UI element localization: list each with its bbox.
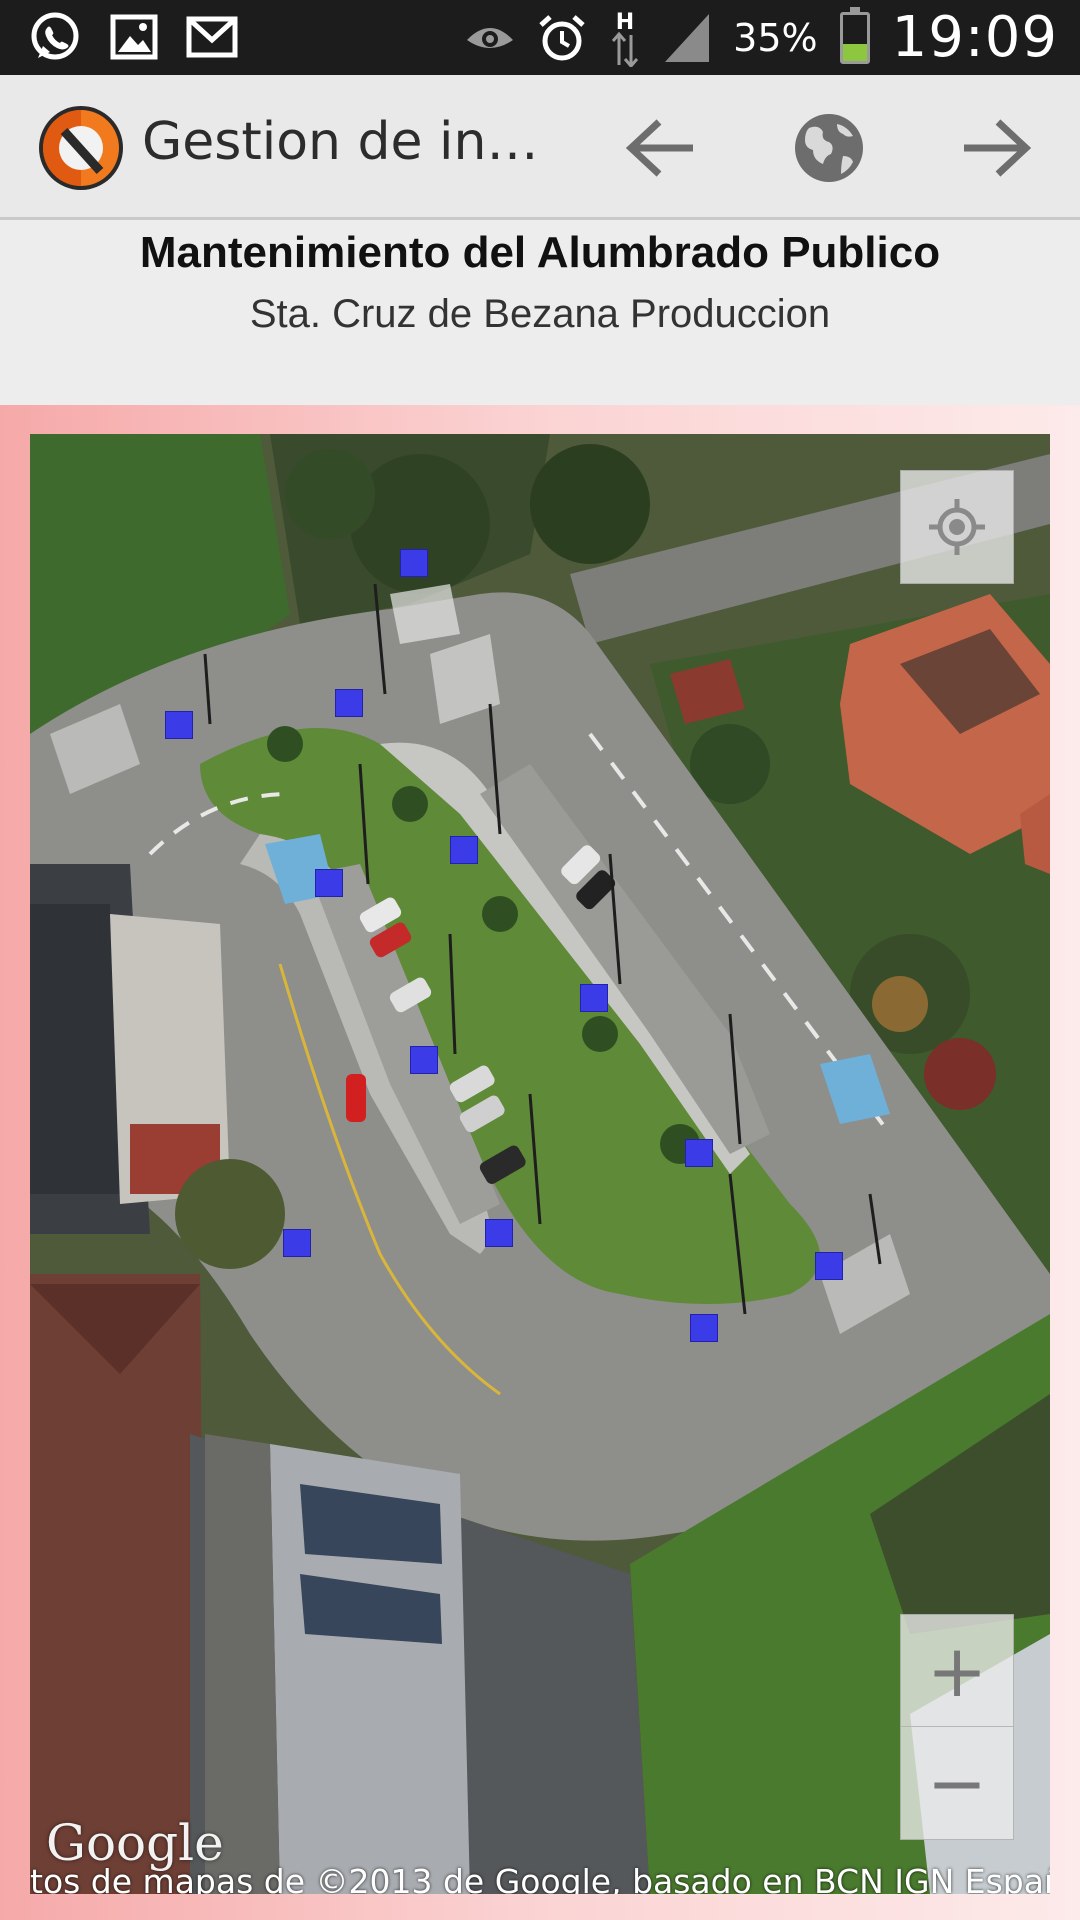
- forward-button[interactable]: [955, 107, 1037, 189]
- incident-marker[interactable]: [450, 836, 478, 864]
- clock: 19:09: [891, 5, 1058, 70]
- alarm-icon: [537, 13, 587, 63]
- zoom-in-button[interactable]: +: [900, 1614, 1014, 1727]
- action-bar: Gestion de inci…: [0, 75, 1080, 220]
- data-arrows-icon: H: [609, 9, 641, 67]
- status-bar: H 35% 19:09: [0, 0, 1080, 75]
- incident-marker[interactable]: [685, 1139, 713, 1167]
- svg-text:H: H: [616, 10, 634, 35]
- zoom-out-label: −: [926, 1741, 988, 1825]
- app-logo[interactable]: [38, 105, 124, 191]
- page-subtitle: Sta. Cruz de Bezana Produccion: [249, 292, 831, 336]
- my-location-button[interactable]: [900, 470, 1014, 584]
- zoom-out-button[interactable]: −: [900, 1726, 1014, 1840]
- map-frame: + − Google tos de mapas de ©2013 de Goog…: [0, 405, 1080, 1920]
- incident-marker[interactable]: [580, 984, 608, 1012]
- battery-icon: [839, 6, 870, 64]
- gmail-icon: [186, 16, 238, 58]
- incident-marker[interactable]: [335, 689, 363, 717]
- globe-icon: [795, 114, 863, 182]
- map-view-button[interactable]: [788, 107, 870, 189]
- incident-marker[interactable]: [165, 711, 193, 739]
- whatsapp-icon: [28, 10, 82, 64]
- map-attribution[interactable]: tos de mapas de ©2013 de Google, basado …: [30, 1862, 1050, 1894]
- page-title: Mantenimiento del Alumbrado Publico: [139, 228, 941, 277]
- satellite-imagery: [30, 434, 1050, 1894]
- gallery-icon: [110, 14, 158, 60]
- back-button[interactable]: [620, 107, 702, 189]
- incident-marker[interactable]: [410, 1046, 438, 1074]
- back-arrow-icon: [625, 119, 693, 177]
- signal-icon: [663, 12, 711, 64]
- incident-marker[interactable]: [690, 1314, 718, 1342]
- satellite-map[interactable]: + − Google tos de mapas de ©2013 de Goog…: [30, 434, 1050, 1894]
- zoom-in-label: +: [926, 1629, 988, 1713]
- incident-marker[interactable]: [315, 869, 343, 897]
- eye-icon: [465, 22, 515, 54]
- crosshair-icon: [929, 499, 985, 555]
- incident-marker[interactable]: [815, 1252, 843, 1280]
- battery-percent: 35%: [733, 15, 818, 60]
- page-header: Mantenimiento del Alumbrado Publico Sta.…: [0, 220, 1080, 405]
- app-title: Gestion de inci…: [142, 112, 552, 172]
- incident-marker[interactable]: [283, 1229, 311, 1257]
- incident-marker[interactable]: [485, 1219, 513, 1247]
- forward-arrow-icon: [964, 119, 1032, 177]
- incident-marker[interactable]: [400, 549, 428, 577]
